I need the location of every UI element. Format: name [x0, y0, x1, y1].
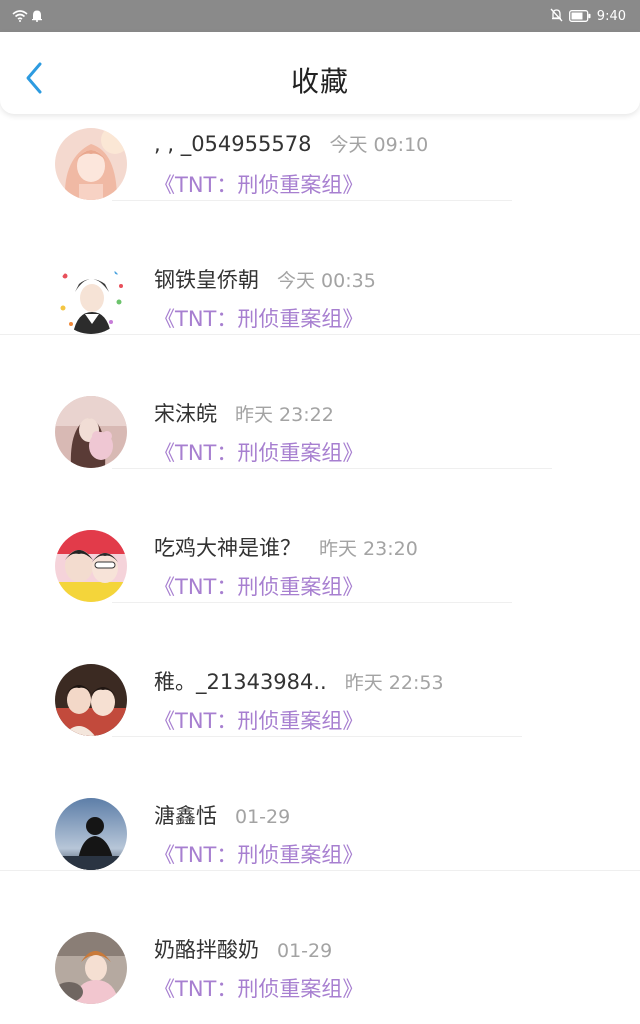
timestamp: 今天 09:10 — [329, 134, 429, 156]
item-header: 宋沫皖 昨天 23:22 — [154, 398, 334, 428]
item-header: 溏鑫恬 01-29 — [154, 800, 290, 830]
user-name: 宋沫皖 — [154, 402, 217, 426]
collection-link[interactable]: 《TNT：刑侦重案组》 — [154, 571, 363, 601]
status-right-icons: 9:40 — [550, 8, 626, 24]
list-item[interactable]: 宋沫皖 昨天 23:22 《TNT：刑侦重案组》 — [0, 380, 640, 514]
timestamp: 01-29 — [235, 806, 291, 828]
user-name: 稚。_21343984.. — [154, 670, 327, 694]
avatar[interactable] — [55, 798, 127, 870]
app-header: 收藏 — [0, 32, 640, 114]
list-item[interactable]: 奶酪拌酸奶 01-29 《TNT：刑侦重案组》 — [0, 916, 640, 1024]
divider — [112, 468, 552, 469]
avatar[interactable] — [55, 664, 127, 736]
item-header: , , _054955578 今天 09:10 — [154, 130, 428, 157]
collection-link[interactable]: 《TNT：刑侦重案组》 — [154, 705, 363, 735]
collection-link[interactable]: 《TNT：刑侦重案组》 — [154, 437, 363, 467]
favorites-list[interactable]: , , _054955578 今天 09:10 《TNT：刑侦重案组》 钢铁皇侨… — [0, 114, 640, 1024]
item-header: 钢铁皇侨朝 今天 00:35 — [154, 264, 376, 294]
item-header: 吃鸡大神是谁？ 昨天 23:20 — [154, 532, 418, 562]
avatar[interactable] — [55, 262, 127, 334]
user-name: 奶酪拌酸奶 — [154, 938, 259, 962]
mute-icon — [550, 7, 563, 26]
page-title: 收藏 — [290, 65, 349, 98]
collection-link[interactable]: 《TNT：刑侦重案组》 — [154, 973, 363, 1003]
timestamp: 昨天 23:20 — [319, 538, 418, 560]
timestamp: 昨天 22:53 — [344, 672, 444, 694]
list-item[interactable]: 钢铁皇侨朝 今天 00:35 《TNT：刑侦重案组》 — [0, 246, 640, 380]
user-name: , , _054955578 — [154, 132, 312, 156]
timestamp: 今天 00:35 — [277, 270, 376, 292]
divider — [0, 334, 640, 335]
collection-link[interactable]: 《TNT：刑侦重案组》 — [154, 839, 363, 869]
divider — [112, 736, 522, 737]
collection-link[interactable]: 《TNT：刑侦重案组》 — [154, 303, 363, 333]
item-header: 奶酪拌酸奶 01-29 — [154, 934, 332, 964]
battery-icon — [568, 7, 591, 26]
collection-link[interactable]: 《TNT：刑侦重案组》 — [154, 169, 363, 199]
wifi-icon — [12, 7, 28, 26]
timestamp: 01-29 — [277, 940, 333, 962]
divider — [112, 200, 512, 201]
status-bar: 9:40 — [0, 0, 640, 32]
divider — [112, 602, 512, 603]
list-item[interactable]: 稚。_21343984.. 昨天 22:53 《TNT：刑侦重案组》 — [0, 648, 640, 782]
status-left-icons — [12, 9, 43, 23]
list-item[interactable]: 吃鸡大神是谁？ 昨天 23:20 《TNT：刑侦重案组》 — [0, 514, 640, 648]
notification-bell-icon — [31, 7, 43, 26]
avatar[interactable] — [55, 396, 127, 468]
user-name: 溏鑫恬 — [154, 804, 217, 828]
avatar[interactable] — [55, 128, 127, 200]
divider — [0, 870, 640, 871]
item-header: 稚。_21343984.. 昨天 22:53 — [154, 666, 444, 696]
list-item[interactable]: 溏鑫恬 01-29 《TNT：刑侦重案组》 — [0, 782, 640, 916]
timestamp: 昨天 23:22 — [235, 404, 334, 426]
avatar[interactable] — [55, 932, 127, 1004]
list-item[interactable]: , , _054955578 今天 09:10 《TNT：刑侦重案组》 — [0, 114, 640, 246]
avatar[interactable] — [55, 530, 127, 602]
user-name: 吃鸡大神是谁？ — [154, 536, 301, 560]
user-name: 钢铁皇侨朝 — [154, 268, 259, 292]
status-time: 9:40 — [596, 8, 626, 24]
